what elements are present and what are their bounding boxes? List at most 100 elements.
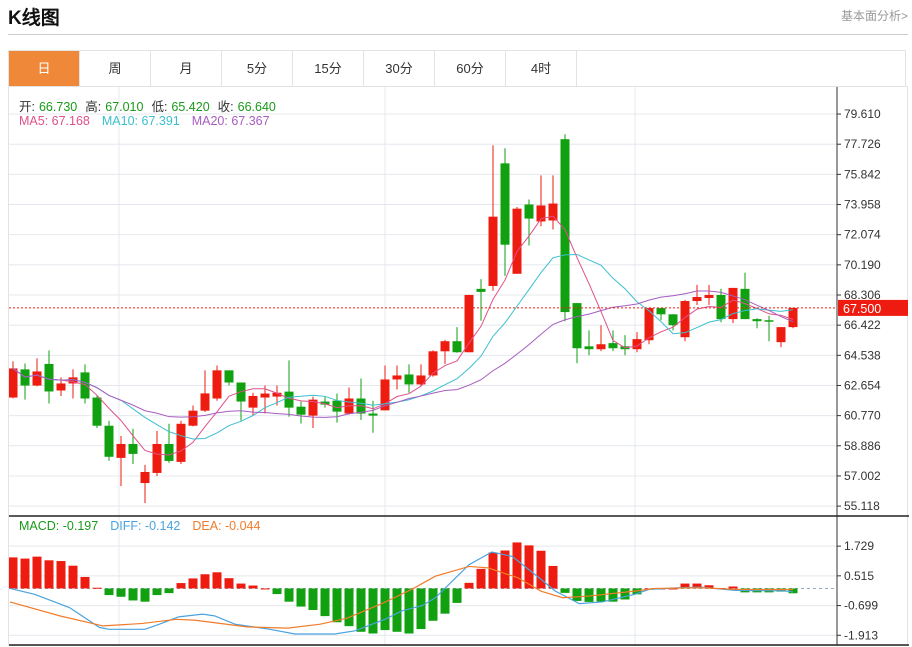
macd-bar [452,588,462,603]
candle-body [140,471,150,484]
header-divider [8,34,908,35]
candle-body [668,314,678,326]
macd-bar [116,588,126,597]
page-title: K线图 [8,8,60,29]
tab-15min[interactable]: 15分 [293,51,364,86]
fundamental-analysis-link[interactable]: 基本面分析> [841,7,908,24]
candle-body [92,397,102,426]
candle [704,284,714,306]
macd-bar [560,588,570,593]
macd-bar [9,557,18,589]
candle-body [644,308,654,341]
tab-30min[interactable]: 30分 [364,51,435,86]
macd-value: MACD: -0.197 [19,519,99,533]
macd-bar [476,568,486,589]
macd-bar [404,588,414,634]
candle-body [656,308,666,315]
macd-bar [512,542,522,589]
candle [116,435,126,487]
macd-bar [536,550,546,589]
price-tick-label: 55.118 [844,499,880,513]
candle-body [164,443,174,461]
candle-body [572,303,582,349]
macd-bar [332,588,342,623]
candle [500,148,510,276]
candle [212,365,222,401]
candle-body [584,346,594,350]
candle [452,327,462,353]
tab-day[interactable]: 日 [9,51,80,86]
macd-bar [212,572,222,589]
macd-bar [548,565,558,589]
candle-body [152,443,162,473]
candle-body [296,406,306,415]
macd-bar [248,585,258,589]
candle [92,395,102,428]
macd-tick-label: -0.699 [844,599,878,613]
price-tick-label: 77.726 [844,137,881,151]
macd-bar [140,588,150,602]
candle-body [9,368,18,398]
candle-body [488,216,498,286]
candle-body [500,163,510,245]
macd-bar [104,588,114,596]
candle-body [392,375,402,380]
candle [776,327,786,348]
candle [752,318,762,329]
candle [200,370,210,412]
candle [32,358,42,387]
macd-bar [572,588,582,601]
price-tick-label: 70.190 [844,258,881,272]
candle [572,303,582,364]
macd-bar [80,576,90,589]
candle [224,370,234,386]
candle [236,382,246,421]
candle [140,464,150,504]
candle [20,363,30,400]
high-value: 67.010 [105,100,144,114]
ma20-legend: MA20: 67.367 [191,114,270,128]
price-tick-label: 66.422 [844,318,881,332]
macd-bar [152,588,162,596]
macd-bar [200,574,210,589]
candle-body [176,423,186,462]
candle [104,420,114,461]
macd-bar [356,588,366,632]
tab-5min[interactable]: 5分 [222,51,293,86]
macd-tick-label: -1.913 [844,628,878,642]
candle-body [56,383,66,391]
candle [764,315,774,342]
current-price-label: 67.500 [843,302,881,316]
price-tick-label: 62.654 [844,378,881,392]
macd-bar [428,588,438,621]
macd-bar [500,550,510,589]
candle-body [788,307,798,328]
kline-chart[interactable]: 79.610 77.726 75.842 73.958 72.074 70.190 68.3… [8,86,909,647]
candle-body [104,425,114,457]
candle-body [692,297,702,302]
candle-body [248,395,258,408]
macd-bar [260,588,270,590]
candle-body [764,320,774,322]
tab-60min[interactable]: 60分 [435,51,506,86]
price-tick-label: 72.074 [844,228,881,242]
ohlc-legend: 开: 66.730 高: 67.010 低: 65.420 收: 66.640 [19,96,284,115]
candle-body [224,370,234,383]
tab-4hour[interactable]: 4时 [506,51,577,86]
chart-canvas[interactable]: 79.610 77.726 75.842 73.958 72.074 70.190 68.3… [9,87,909,647]
candle-body [524,204,534,219]
ma5-legend: MA5: 67.168 [19,114,90,128]
low-label: 低: [151,100,168,114]
candle [320,396,330,408]
candle [440,339,450,364]
tab-week[interactable]: 周 [80,51,151,86]
diff-value: DIFF: -0.142 [110,519,181,533]
dea-value: DEA: -0.044 [192,519,261,533]
candle [476,279,486,321]
candle-body [752,319,762,322]
tab-month[interactable]: 月 [151,51,222,86]
macd-bar [20,558,30,589]
candle-body [116,443,126,458]
candle-body [596,344,606,350]
period-tabs: 日 周 月 5分 15分 30分 60分 4时 [8,50,906,86]
